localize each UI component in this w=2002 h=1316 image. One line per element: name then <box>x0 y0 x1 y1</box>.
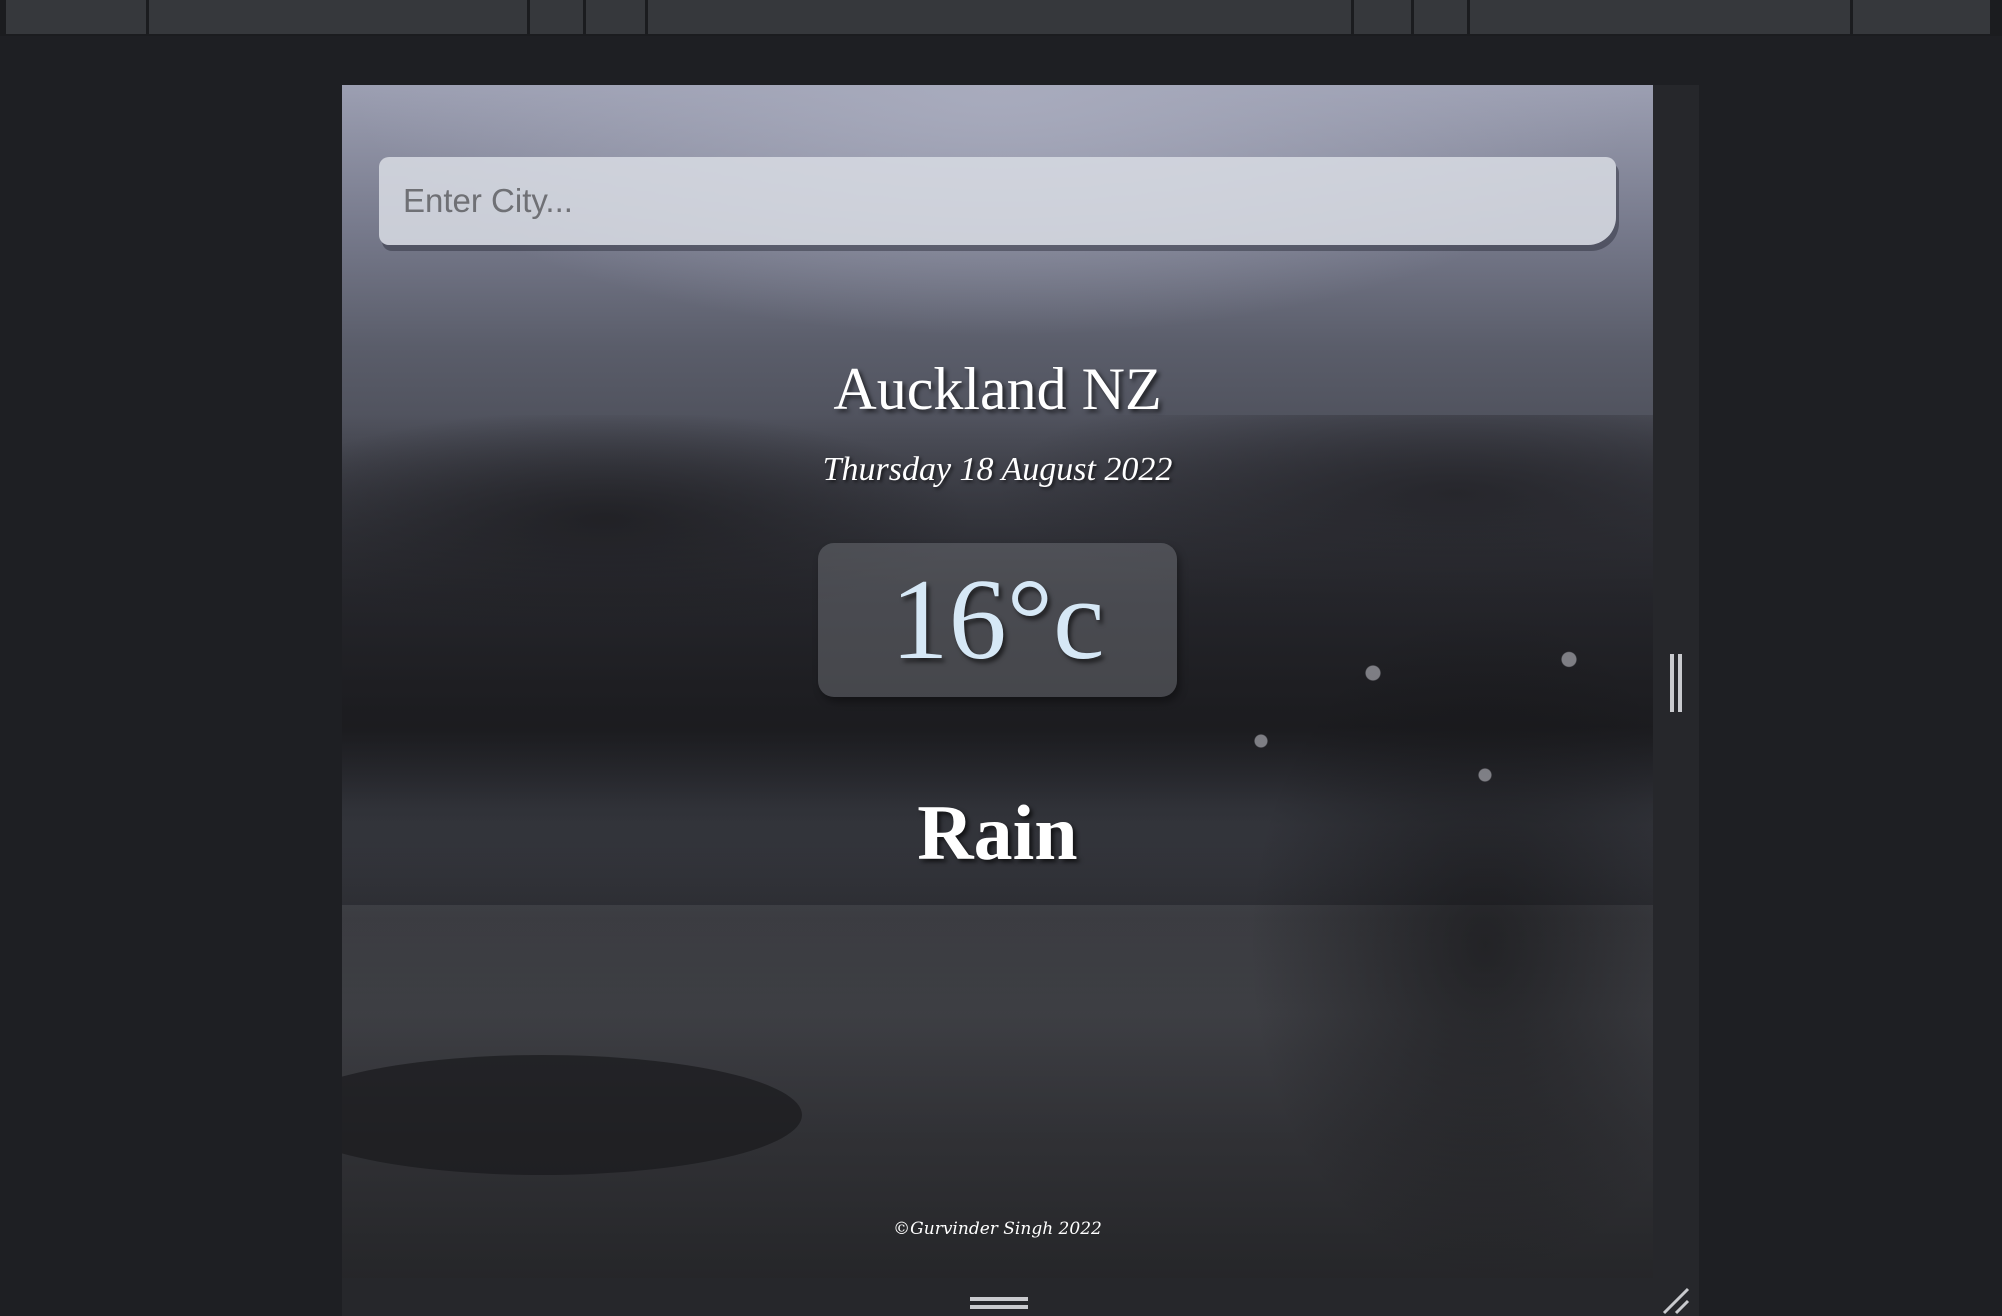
toolbar-tab[interactable] <box>1470 0 1853 34</box>
vertical-resize-handle-icon[interactable] <box>1670 654 1684 712</box>
city-search-input[interactable] <box>379 157 1616 245</box>
toolbar-tab[interactable] <box>530 0 586 34</box>
weather-app-preview: Auckland NZ Thursday 18 August 2022 16°c… <box>342 85 1653 1278</box>
location-name: Auckland NZ <box>833 356 1162 422</box>
temperature-card: 16°c <box>818 543 1177 697</box>
toolbar-tab[interactable] <box>1853 0 1993 34</box>
toolbar-tab[interactable] <box>6 0 149 34</box>
copyright-footer: ©Gurvinder Singh 2022 <box>893 1219 1102 1239</box>
temperature-value: 16°c <box>890 556 1105 684</box>
toolbar-tab[interactable] <box>586 0 648 34</box>
corner-resize-icon[interactable] <box>1660 1285 1690 1315</box>
toolbar-tab[interactable] <box>149 0 530 34</box>
toolbar-tab[interactable] <box>1354 0 1414 34</box>
editor-toolbar <box>0 0 2002 36</box>
background-snowy-bush <box>1093 605 1653 1278</box>
horizontal-resize-handle-icon[interactable] <box>970 1297 1028 1311</box>
current-date: Thursday 18 August 2022 <box>822 451 1173 488</box>
toolbar-tab[interactable] <box>648 0 1354 34</box>
toolbar-tab[interactable] <box>1414 0 1470 34</box>
weather-condition: Rain <box>917 789 1078 876</box>
